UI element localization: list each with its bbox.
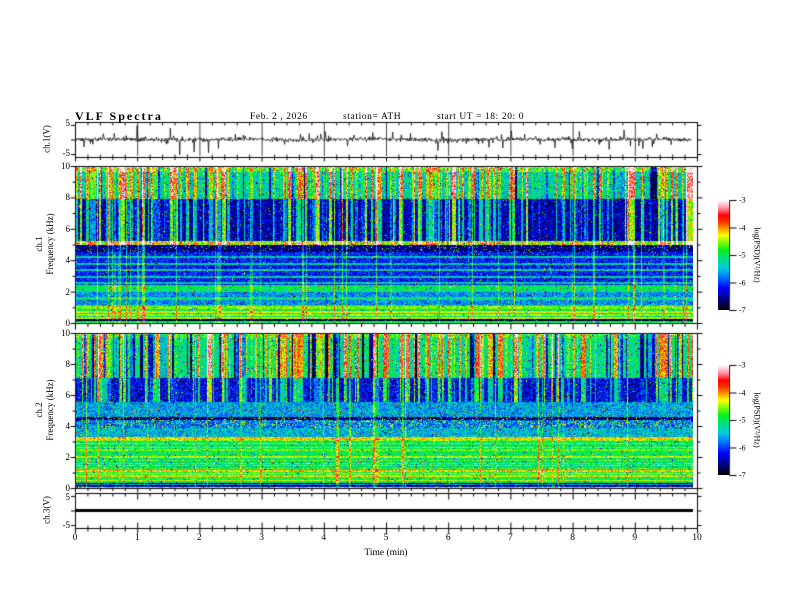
cbar2-tick-neg4: -4 <box>739 388 746 397</box>
cbar2-tick-neg3: -3 <box>739 360 746 370</box>
date-label: Feb. 2 , 2026 <box>250 112 308 122</box>
xtick-2: 2 <box>197 533 202 543</box>
xtick-4: 4 <box>321 533 327 543</box>
start-ut-label: start UT = 18: 20: 0 <box>437 112 525 122</box>
xtick-3: 3 <box>259 533 264 543</box>
cbar2-tick-neg7: -7 <box>739 470 746 480</box>
plot-title: VLF Spectra <box>75 109 163 123</box>
ch1-spectrogram-canvas <box>76 167 693 323</box>
station-label: station= ATH <box>343 112 402 122</box>
ch3-wave-ytick-neg5: -5 <box>62 520 71 530</box>
xtick-0: 0 <box>72 533 78 543</box>
cbar1-tick-neg4: -4 <box>739 223 746 232</box>
spec2-ylabel-line1: ch.2 <box>34 402 44 418</box>
ch1-wave-ytick-5: 5 <box>65 118 71 128</box>
cbar1-label: log(PSD)(V²/Hz) <box>752 227 762 283</box>
xtick-7: 7 <box>508 533 513 543</box>
xtick-10: 10 <box>692 533 702 543</box>
spec2-ytick-6: 6 <box>65 390 71 400</box>
spec1-ytick-0: 0 <box>65 318 71 328</box>
spec1-ylabel-line1: ch.1 <box>34 236 44 252</box>
spec1-ylabel-line2: Frequency (kHz) <box>45 213 55 275</box>
cbar1-tick-neg7: -7 <box>739 305 746 315</box>
ch3-wave-ytick-5: 5 <box>65 492 71 502</box>
spec2-ylabel-line2: Frequency (kHz) <box>45 379 55 441</box>
colorbar-ch1 <box>718 200 729 310</box>
ch1-wave-ytick-neg5: -5 <box>62 148 71 158</box>
cbar2-label: log(PSD)(V²/Hz) <box>752 392 762 448</box>
spec1-ytick-2: 2 <box>65 287 71 297</box>
spec1-ytick-10: 10 <box>61 161 70 171</box>
spec1-ytick-4: 4 <box>65 255 71 265</box>
spec2-ytick-8: 8 <box>65 359 71 369</box>
spec2-ytick-10: 10 <box>61 328 70 338</box>
spec2-ytick-4: 4 <box>65 421 71 431</box>
cbar1-tick-neg6: -6 <box>739 278 746 287</box>
cbar2-tick-neg5: -5 <box>739 415 746 425</box>
ch2-spectrogram-canvas <box>76 334 693 488</box>
spec2-ytick-2: 2 <box>65 452 71 462</box>
spec2-ylabel: ch.2 Frequency (kHz) <box>34 379 56 440</box>
spec1-ylabel: ch.1 Frequency (kHz) <box>34 213 56 274</box>
x-axis-label: Time (min) <box>364 548 408 558</box>
xtick-8: 8 <box>570 533 575 543</box>
xtick-6: 6 <box>445 533 451 543</box>
xtick-5: 5 <box>383 533 389 543</box>
xtick-9: 9 <box>632 533 638 543</box>
spec1-ytick-8: 8 <box>65 192 71 202</box>
vlf-spectra-figure: VLF Spectra Feb. 2 , 2026 station= ATH s… <box>0 0 792 612</box>
cbar2-tick-neg6: -6 <box>739 443 746 452</box>
xtick-1: 1 <box>134 533 140 543</box>
spec1-ytick-6: 6 <box>65 224 71 234</box>
cbar1-tick-neg5: -5 <box>739 250 746 260</box>
cbar1-tick-neg3: -3 <box>739 195 746 205</box>
colorbar-ch2 <box>718 365 729 475</box>
